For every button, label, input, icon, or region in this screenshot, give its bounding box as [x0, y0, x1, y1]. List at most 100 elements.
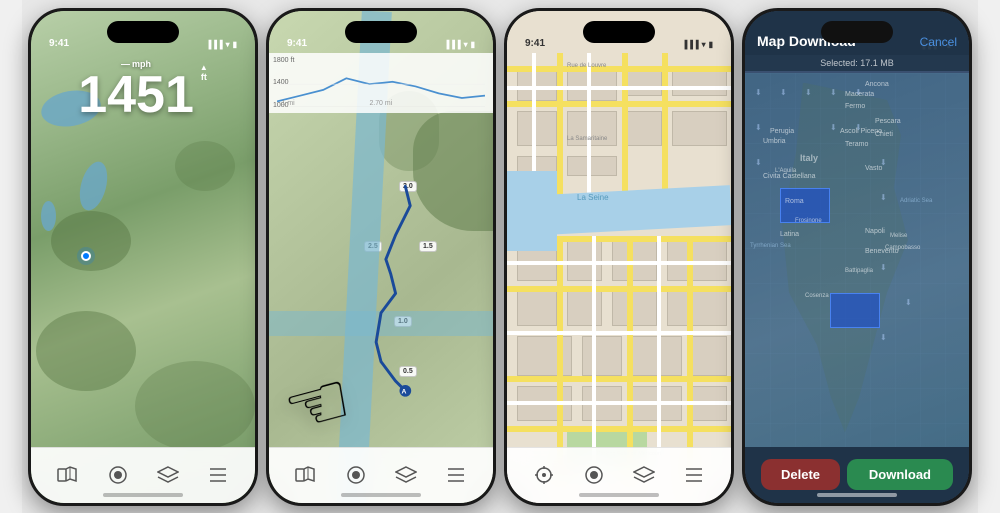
block-4 [672, 71, 727, 96]
phone-1-frame: 9:41 ▐▐▐ ▾ ▮ — mph [28, 8, 258, 506]
label-macerata: Macerata [845, 91, 874, 98]
status-icons-3: ▐▐▐ ▾ ▮ [682, 40, 713, 49]
toolbar-icon-menu-2[interactable] [442, 461, 470, 489]
toolbar-icon-record[interactable] [104, 461, 132, 489]
label-latina: Latina [780, 231, 799, 238]
road-major-4 [507, 286, 731, 292]
label-roma: Roma [785, 198, 804, 205]
label-italy: Italy [800, 153, 818, 163]
dynamic-island-3 [583, 21, 655, 43]
dynamic-island [107, 21, 179, 43]
block-22 [692, 336, 727, 376]
toolbar-icon-map[interactable] [54, 461, 82, 489]
road-2 [507, 261, 731, 265]
label-napoli: Napoli [865, 228, 885, 235]
speed-display: — mph 1451 [78, 59, 194, 121]
selected-tile-napoli[interactable] [830, 293, 880, 328]
dl-icon-14: ⬇ [880, 333, 887, 342]
phone-3-map: Rue de Louvre La Samaritaine La Seine Sa… [507, 11, 731, 503]
toolbar-icon-menu[interactable] [204, 461, 232, 489]
toolbar-icon-layers-2[interactable] [392, 461, 420, 489]
status-time-1: 9:41 [49, 38, 69, 49]
block-16 [567, 291, 602, 326]
phone-4-screen: 9:41 ▐▐▐ ▾ ▮ Map Download Cancel Selecte… [745, 11, 969, 503]
home-indicator-1 [103, 493, 183, 497]
label-frosinone: Frosinone [795, 218, 822, 224]
home-indicator-2 [341, 493, 421, 497]
elev-unit: ft [201, 72, 207, 82]
svg-text:2.70 mi: 2.70 mi [369, 99, 392, 106]
label-cosenza: Cosenza [805, 293, 829, 299]
phone-3-screen: Rue de Louvre La Samaritaine La Seine Sa… [507, 11, 731, 503]
road-3 [507, 331, 731, 335]
road-major-v2 [622, 53, 628, 213]
label-battipaglia: Battipaglia [845, 268, 873, 274]
road-v2 [587, 53, 591, 213]
elevation-chart: 1800 ft 1400 1000 1 mi 2.70 mi [269, 53, 493, 113]
wifi-icon-3: ▾ [702, 40, 706, 49]
toolbar-icon-layers-3[interactable] [630, 461, 658, 489]
status-icons-1: ▐▐▐ ▾ ▮ [206, 40, 237, 49]
toolbar-icon-layers[interactable] [154, 461, 182, 489]
dl-icon-11: ⬇ [880, 193, 887, 202]
battery-icon-3: ▮ [709, 40, 713, 49]
road-4 [507, 401, 731, 405]
status-time-2: 9:41 [287, 38, 307, 49]
block-5 [517, 111, 557, 146]
toolbar-icon-menu-3[interactable] [680, 461, 708, 489]
selected-size: Selected: 17.1 MB [745, 55, 969, 71]
svg-text:A: A [401, 388, 406, 395]
label-melise: Melise [890, 233, 907, 239]
label-pescara: Pescara [875, 118, 901, 125]
svg-text:1 mi: 1 mi [282, 99, 296, 106]
elevation-svg: 1 mi 2.70 mi [277, 61, 485, 107]
download-button[interactable]: Download [847, 459, 953, 490]
block-3 [627, 71, 662, 96]
delete-button[interactable]: Delete [761, 459, 840, 490]
block-17 [612, 291, 657, 326]
battery-icon-2: ▮ [471, 40, 475, 49]
dl-icon-9: ⬇ [755, 158, 762, 167]
dl-icon-4: ⬇ [830, 88, 837, 97]
label-adriatic: Adriatic Sea [900, 198, 932, 204]
phone-1-wrapper: 9:41 ▐▐▐ ▾ ▮ — mph [28, 8, 258, 506]
speed-overlay: — mph 1451 ▲ ft [31, 59, 255, 121]
road-major-1 [507, 66, 731, 72]
phones-container: 9:41 ▐▐▐ ▾ ▮ — mph [22, 0, 978, 513]
cancel-button[interactable]: Cancel [920, 35, 957, 49]
block-15 [517, 291, 557, 326]
terrain-1 [51, 211, 131, 271]
block-8 [672, 111, 727, 146]
label-perugia: Perugia [770, 128, 794, 135]
terrain-4 [175, 141, 235, 191]
toolbar-icon-record-3[interactable] [580, 461, 608, 489]
block-10 [567, 156, 617, 176]
phone-2-map: 9:41 ▐▐▐ ▾ ▮ 1800 ft 1400 1000 [269, 11, 493, 503]
phone-2-screen: 9:41 ▐▐▐ ▾ ▮ 1800 ft 1400 1000 [269, 11, 493, 503]
phone-1-screen: 9:41 ▐▐▐ ▾ ▮ — mph [31, 11, 255, 503]
dl-icon-7: ⬇ [830, 123, 837, 132]
dynamic-island-4 [821, 21, 893, 43]
status-time-3: 9:41 [525, 38, 545, 49]
toolbar-icon-record-2[interactable] [342, 461, 370, 489]
terrain-2 [36, 311, 136, 391]
phone-2-frame: 9:41 ▐▐▐ ▾ ▮ 1800 ft 1400 1000 [266, 8, 496, 506]
elevation-display: ▲ ft [200, 59, 208, 82]
battery-icon: ▮ [233, 40, 237, 49]
label-rue-louvre: Rue de Louvre [567, 63, 606, 69]
label-seine: La Seine [577, 193, 609, 202]
block-7 [627, 111, 662, 146]
elev-arrow: ▲ [200, 63, 208, 72]
home-indicator-3 [579, 493, 659, 497]
label-chieti: Chieti [875, 131, 893, 138]
toolbar-icon-map-2[interactable] [292, 461, 320, 489]
status-icons-2: ▐▐▐ ▾ ▮ [444, 40, 475, 49]
signal-icon: ▐▐▐ [206, 40, 223, 49]
dl-icon-2: ⬇ [780, 88, 787, 97]
wifi-icon-2: ▾ [464, 40, 468, 49]
phone-4-frame: 9:41 ▐▐▐ ▾ ▮ Map Download Cancel Selecte… [742, 8, 972, 506]
phone-2-wrapper: 9:41 ▐▐▐ ▾ ▮ 1800 ft 1400 1000 [266, 8, 496, 506]
toolbar-icon-location[interactable] [530, 461, 558, 489]
road-major-v1 [557, 53, 563, 213]
home-indicator-4 [817, 493, 897, 497]
